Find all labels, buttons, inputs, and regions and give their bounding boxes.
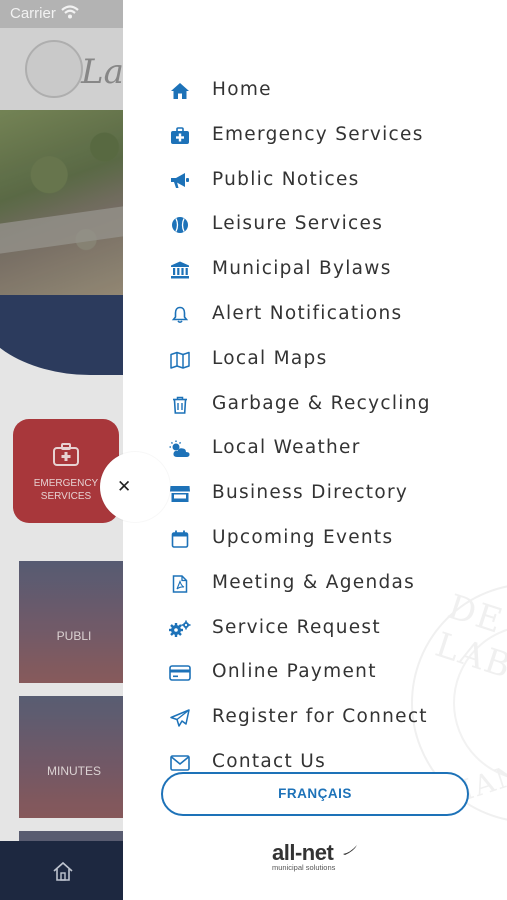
language-toggle-button[interactable]: FRANÇAIS: [161, 772, 469, 816]
menu-item-label: Home: [212, 79, 272, 100]
menu-item-label: Local Maps: [212, 348, 328, 369]
menu-item-register-for-connect[interactable]: Register for Connect: [123, 700, 507, 734]
menu-item-label: Meeting & Agendas: [212, 572, 416, 593]
map-icon: [169, 349, 191, 371]
menu-item-label: Public Notices: [212, 169, 360, 190]
menu-item-meeting-agendas[interactable]: Meeting & Agendas: [123, 566, 507, 600]
menu-item-local-weather[interactable]: Local Weather: [123, 431, 507, 465]
background-overlay[interactable]: [0, 0, 123, 900]
gears-icon: [169, 618, 191, 640]
bell-icon: [169, 304, 191, 326]
trash-icon: [169, 394, 191, 416]
menu-item-label: Emergency Services: [212, 124, 424, 145]
menu-item-home[interactable]: Home: [123, 73, 507, 107]
side-menu-drawer: DE LAB MANITOBA Home Emergency Services …: [123, 0, 507, 900]
brand-logo: all-net municipal solutions: [272, 840, 372, 874]
menu-item-garbage-recycling[interactable]: Garbage & Recycling: [123, 387, 507, 421]
menu-item-label: Local Weather: [212, 437, 361, 458]
menu-item-public-notices[interactable]: Public Notices: [123, 163, 507, 197]
menu-item-alert-notifications[interactable]: Alert Notifications: [123, 297, 507, 331]
menu-item-label: Municipal Bylaws: [212, 258, 392, 279]
menu-item-label: Service Request: [212, 617, 381, 638]
brand-swoosh-icon: [343, 845, 357, 855]
language-button-label: FRANÇAIS: [278, 786, 352, 801]
bank-icon: [169, 259, 191, 281]
envelope-icon: [169, 752, 191, 774]
pdf-file-icon: [169, 573, 191, 595]
home-icon: [169, 80, 191, 102]
paper-plane-icon: [169, 707, 191, 729]
menu-item-label: Alert Notifications: [212, 303, 403, 324]
menu-item-local-maps[interactable]: Local Maps: [123, 342, 507, 376]
menu-item-label: Contact Us: [212, 751, 327, 772]
menu-item-label: Upcoming Events: [212, 527, 394, 548]
baseball-icon: [169, 214, 191, 236]
menu-item-emergency-services[interactable]: Emergency Services: [123, 118, 507, 152]
close-menu-button[interactable]: ✕: [100, 452, 170, 522]
menu-item-label: Garbage & Recycling: [212, 393, 431, 414]
menu-item-online-payment[interactable]: Online Payment: [123, 655, 507, 689]
menu-item-leisure-services[interactable]: Leisure Services: [123, 207, 507, 241]
menu-item-municipal-bylaws[interactable]: Municipal Bylaws: [123, 252, 507, 286]
menu-item-label: Online Payment: [212, 661, 377, 682]
menu-item-business-directory[interactable]: Business Directory: [123, 476, 507, 510]
brand-tagline: municipal solutions: [272, 863, 336, 872]
calendar-icon: [169, 528, 191, 550]
menu-item-label: Register for Connect: [212, 706, 428, 727]
menu-item-label: Business Directory: [212, 482, 409, 503]
weather-icon: [169, 438, 191, 460]
menu-item-label: Leisure Services: [212, 213, 384, 234]
close-icon: ✕: [117, 477, 132, 497]
menu-item-service-request[interactable]: Service Request: [123, 611, 507, 645]
menu-item-upcoming-events[interactable]: Upcoming Events: [123, 521, 507, 555]
credit-card-icon: [169, 662, 191, 684]
store-icon: [169, 483, 191, 505]
megaphone-icon: [169, 170, 191, 192]
medical-kit-icon: [169, 125, 191, 147]
